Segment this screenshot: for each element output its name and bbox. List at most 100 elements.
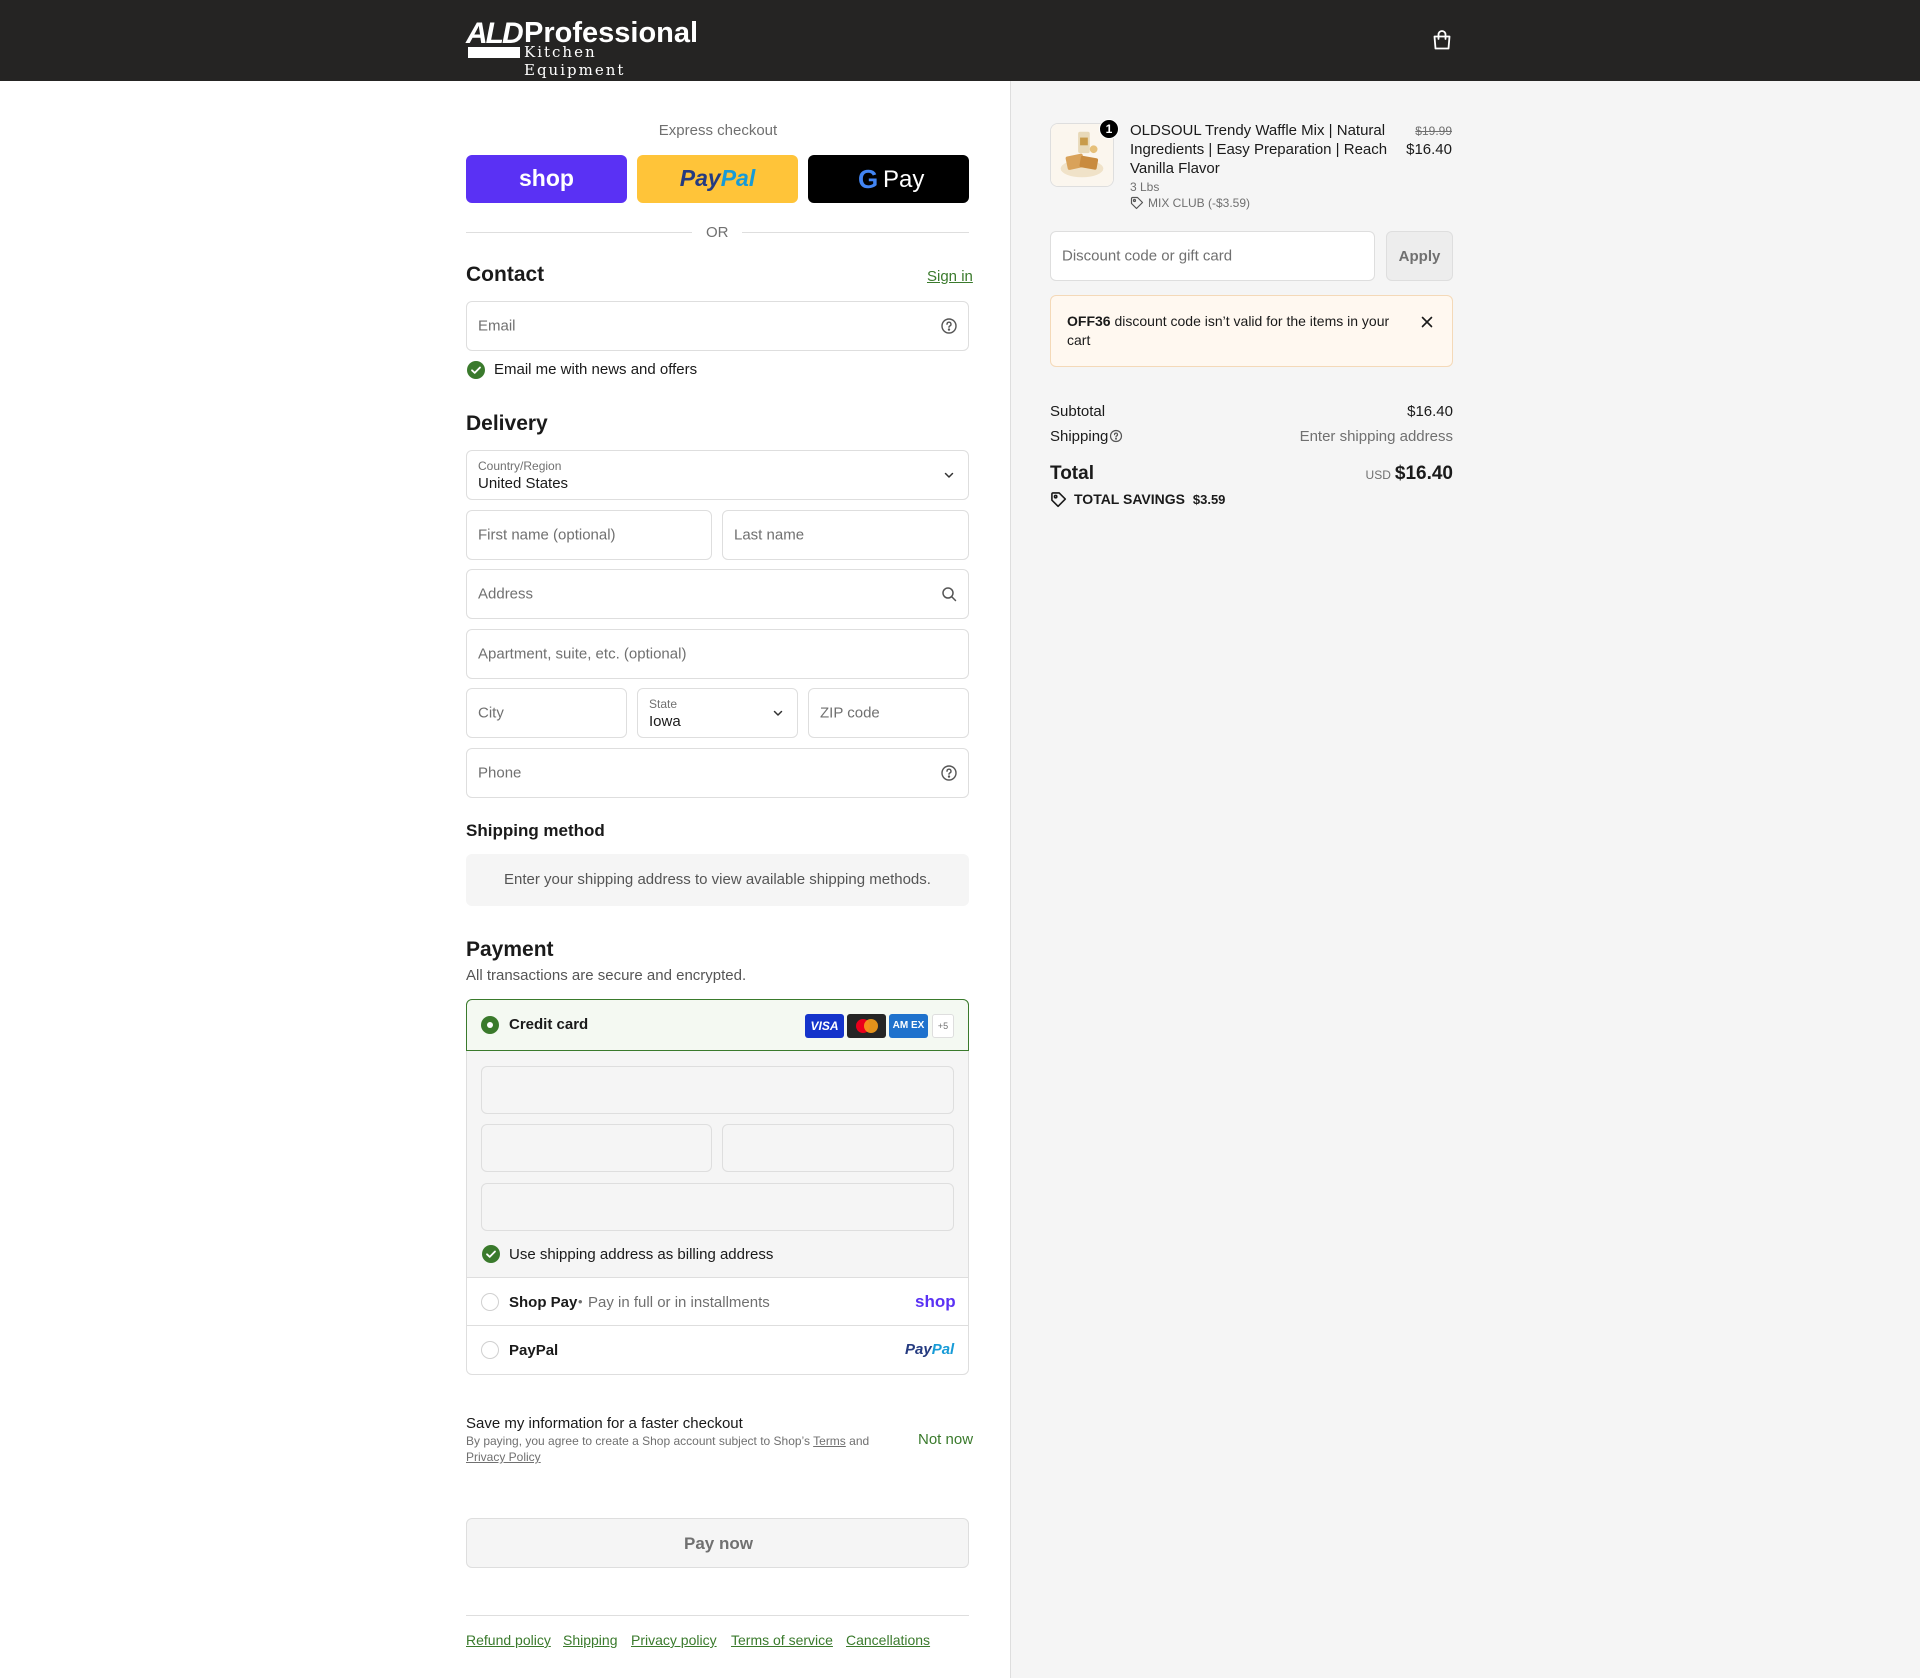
shopping-bag-icon[interactable]	[1430, 28, 1454, 52]
discount-error-line2: cart	[1067, 332, 1091, 348]
sign-in-link[interactable]: Sign in	[927, 268, 973, 285]
privacy-policy-footer-link[interactable]: Privacy policy	[631, 1632, 717, 1648]
paypal-logo: PayPal	[905, 1341, 954, 1358]
or-divider-label: OR	[706, 224, 729, 241]
shipping-label: Shipping	[1050, 428, 1109, 445]
terms-of-service-link[interactable]: Terms of service	[731, 1632, 833, 1648]
header: ALD Professional Kitchen Equipment	[0, 0, 1920, 81]
chevron-down-icon	[944, 472, 954, 478]
zip-placeholder: ZIP code	[820, 704, 880, 722]
phone-field[interactable]: Phone	[466, 748, 969, 798]
state-value: Iowa	[649, 713, 681, 730]
cancellations-link[interactable]: Cancellations	[846, 1632, 930, 1648]
save-info-desc-text: By paying, you agree to create a Shop ac…	[466, 1434, 811, 1448]
news-label: Email me with news and offers	[494, 361, 698, 378]
paypal-label: PayPal	[509, 1342, 559, 1359]
shop-pay-radio[interactable]	[481, 1293, 499, 1311]
google-g-icon: G	[858, 164, 879, 194]
refund-policy-link[interactable]: Refund policy	[466, 1632, 551, 1648]
shop-pay-separator: •	[578, 1294, 583, 1309]
shop-pay-description: Pay in full or in installments	[588, 1294, 770, 1311]
discount-error-code: OFF36	[1067, 313, 1111, 329]
address-placeholder: Address	[478, 585, 534, 603]
country-select[interactable]: Country/Region United States	[466, 450, 969, 500]
apply-label: Apply	[1398, 248, 1441, 265]
not-now-button[interactable]: Not now	[918, 1431, 973, 1448]
close-icon[interactable]	[1420, 315, 1434, 329]
product-name-line2: Ingredients | Easy Preparation | Reach	[1130, 141, 1388, 158]
visa-icon: VISA	[805, 1014, 844, 1038]
discount-error-text: discount code isn’t valid for the items …	[1114, 313, 1390, 329]
country-value: United States	[478, 475, 569, 492]
logo-ald: ALD	[466, 17, 524, 50]
payment-subtitle: All transactions are secure and encrypte…	[466, 967, 747, 984]
tag-icon	[1130, 196, 1144, 210]
pay-now-label: Pay now	[684, 1534, 753, 1553]
paypal-logo-pay: Pay	[679, 165, 721, 191]
last-name-field[interactable]: Last name	[722, 510, 969, 560]
first-name-placeholder: First name (optional)	[478, 526, 616, 544]
apply-button[interactable]: Apply	[1386, 231, 1453, 281]
chevron-down-icon	[773, 710, 783, 716]
subtotal-value: $16.40	[1407, 403, 1453, 420]
or-divider-right	[742, 232, 969, 233]
first-name-field[interactable]: First name (optional)	[466, 510, 712, 560]
email-field[interactable]: Email	[466, 301, 969, 351]
store-logo[interactable]: ALD Professional Kitchen Equipment	[466, 17, 698, 79]
shop-pay-label: Shop Pay	[509, 1294, 578, 1311]
state-select[interactable]: State Iowa	[637, 688, 798, 738]
apartment-placeholder: Apartment, suite, etc. (optional)	[478, 645, 687, 663]
total-savings: TOTAL SAVINGS $3.59	[1074, 491, 1225, 507]
save-info-title: Save my information for a faster checkou…	[466, 1415, 743, 1432]
paypal-express-button[interactable]: PayPal	[637, 155, 798, 203]
shop-logo: shop	[519, 165, 574, 191]
help-circle-icon[interactable]	[940, 317, 958, 335]
total-savings-value: $3.59	[1192, 492, 1226, 507]
total-value: USD $16.40	[1366, 463, 1453, 485]
amex-icon: AM EX	[889, 1014, 928, 1038]
contact-title: Contact	[466, 263, 545, 286]
pay-now-button[interactable]: Pay now	[466, 1518, 969, 1568]
product-name-line1: OLDSOUL Trendy Waffle Mix | Natural	[1130, 122, 1386, 139]
card-number-field[interactable]	[481, 1066, 954, 1114]
quantity-badge: 1	[1099, 119, 1119, 139]
last-name-placeholder: Last name	[734, 526, 805, 544]
privacy-policy-link[interactable]: Privacy Policy	[466, 1450, 541, 1464]
shipping-value: Enter shipping address	[1299, 428, 1453, 445]
paypal-option[interactable]: PayPal PayPal	[467, 1326, 968, 1374]
help-circle-icon[interactable]	[1109, 429, 1123, 443]
paypal-logo: PayPal	[637, 165, 798, 192]
paypal-logo-pay: Pay	[905, 1341, 932, 1358]
or-divider-left	[466, 232, 692, 233]
help-circle-icon[interactable]	[940, 764, 958, 782]
zip-field[interactable]: ZIP code	[808, 688, 969, 738]
city-placeholder: City	[478, 704, 504, 722]
address-field[interactable]: Address	[466, 569, 969, 619]
city-field[interactable]: City	[466, 688, 627, 738]
card-expiry-field[interactable]	[481, 1124, 712, 1172]
paypal-logo-pal: Pal	[720, 165, 756, 191]
card-cvc-field[interactable]	[722, 1124, 954, 1172]
product-discount-tag: MIX CLUB (-$3.59)	[1148, 196, 1251, 210]
terms-link[interactable]: Terms	[813, 1434, 846, 1448]
shop-pay-logo: shop	[915, 1292, 956, 1311]
billing-checkbox[interactable]	[482, 1245, 500, 1263]
credit-card-radio[interactable]	[481, 1016, 499, 1034]
shop-pay-express-button[interactable]: shop	[466, 155, 627, 203]
apartment-field[interactable]: Apartment, suite, etc. (optional)	[466, 629, 969, 679]
check-icon	[471, 366, 481, 374]
save-info-desc: By paying, you agree to create a Shop ac…	[466, 1434, 869, 1448]
mastercard-icon	[847, 1014, 886, 1038]
news-checkbox[interactable]	[467, 361, 485, 379]
product-price: $16.40	[1406, 141, 1452, 158]
shop-pay-option[interactable]: Shop Pay • Pay in full or in installment…	[467, 1278, 968, 1326]
shipping-method-title: Shipping method	[466, 821, 605, 840]
shipping-link[interactable]: Shipping	[563, 1632, 618, 1648]
google-pay-express-button[interactable]: G Pay	[808, 155, 969, 203]
search-icon	[942, 587, 957, 602]
card-name-field[interactable]	[481, 1183, 954, 1231]
country-label: Country/Region	[478, 459, 562, 473]
discount-code-field[interactable]: Discount code or gift card	[1050, 231, 1375, 281]
paypal-radio[interactable]	[481, 1341, 499, 1359]
total-currency: USD	[1365, 468, 1391, 482]
